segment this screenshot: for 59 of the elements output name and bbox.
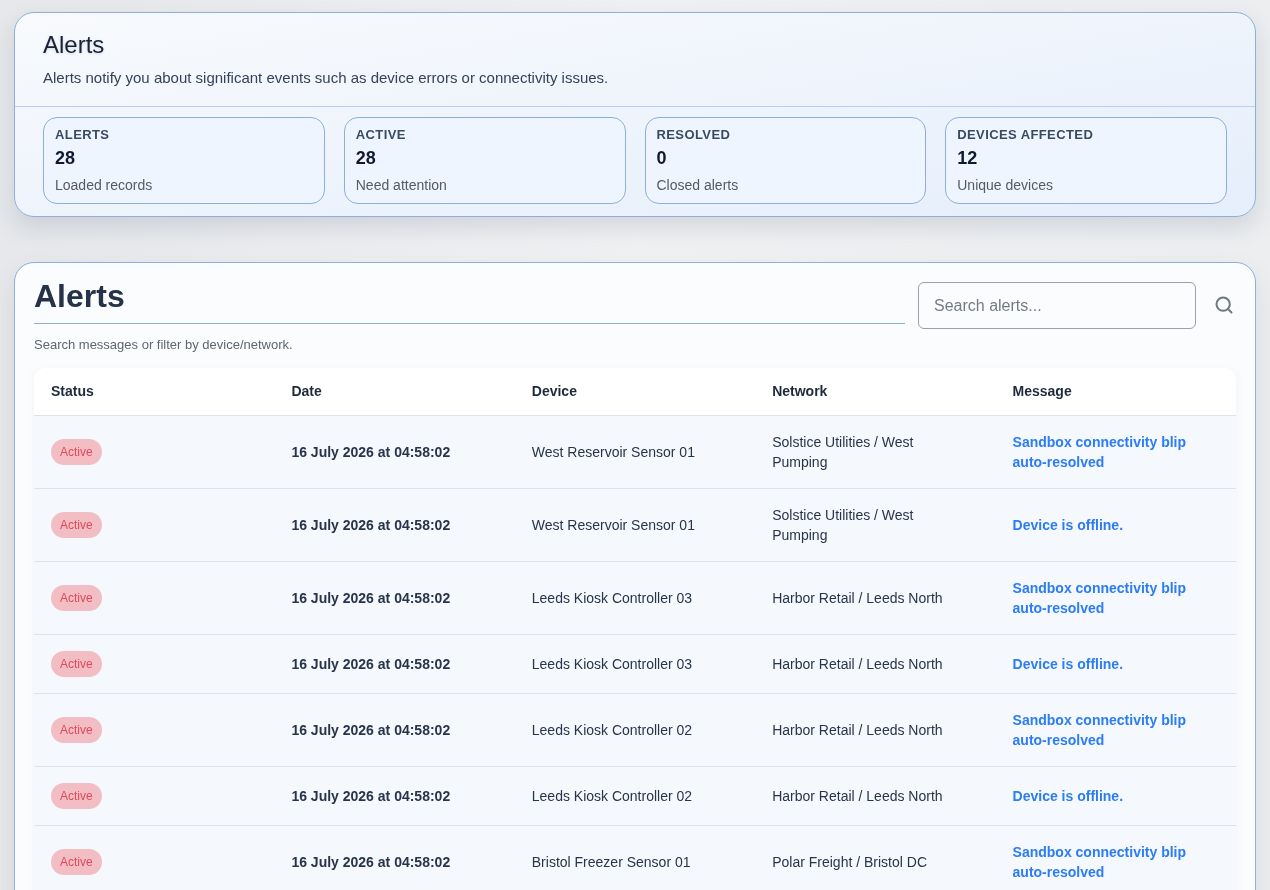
- device-cell-text: Leeds Kiosk Controller 02: [531, 720, 693, 740]
- search-button[interactable]: [1214, 295, 1234, 315]
- stat-caption: Closed alerts: [656, 176, 739, 195]
- status-badge: Active: [51, 511, 102, 538]
- date-cell-text: 16 July 2026 at 04:58:02: [291, 442, 451, 462]
- stat-caption: Unique devices: [957, 176, 1053, 195]
- date-cell-text: 16 July 2026 at 04:58:02: [291, 515, 451, 535]
- status-badge: Active: [51, 716, 102, 743]
- device-cell-text: West Reservoir Sensor 01: [531, 515, 695, 535]
- device-cell-text: Leeds Kiosk Controller 02: [531, 786, 693, 806]
- status-badge: Active: [51, 438, 102, 465]
- date-cell-text: 16 July 2026 at 04:58:02: [291, 786, 451, 806]
- status-badge: Active: [51, 650, 102, 677]
- network-cell-text: Harbor Retail / Leeds North: [772, 654, 943, 674]
- status-badge: Active: [51, 848, 102, 875]
- search-field[interactable]: Search alerts...: [918, 282, 1196, 329]
- message-link[interactable]: Sandbox connectivity blip auto-resolved: [1012, 431, 1208, 472]
- stat-value: 12: [957, 147, 978, 169]
- network-cell-text: Harbor Retail / Leeds North: [772, 786, 943, 806]
- message-link[interactable]: Sandbox connectivity blip auto-resolved: [1012, 709, 1208, 750]
- network-cell-text: Solstice Utilities / West Pumping: [772, 432, 915, 472]
- message-link[interactable]: Device is offline.: [1012, 653, 1124, 674]
- device-cell-text: Bristol Freezer Sensor 01: [531, 852, 691, 872]
- date-cell-text: 16 July 2026 at 04:58:02: [291, 588, 451, 608]
- search-icon: [1214, 295, 1234, 315]
- network-cell-text: Harbor Retail / Leeds North: [772, 588, 943, 608]
- device-cell-text: Leeds Kiosk Controller 03: [531, 654, 693, 674]
- stat-label: ALERTS: [55, 126, 110, 144]
- column-header: Date: [291, 383, 322, 400]
- message-link[interactable]: Device is offline.: [1012, 514, 1124, 535]
- column-header: Network: [772, 383, 828, 400]
- date-cell-text: 16 July 2026 at 04:58:02: [291, 654, 451, 674]
- status-badge: Active: [51, 584, 102, 611]
- stat-label: DEVICES AFFECTED: [957, 126, 1094, 144]
- stat-caption: Loaded records: [55, 176, 153, 195]
- network-cell-text: Polar Freight / Bristol DC: [772, 852, 927, 872]
- stat-value: 0: [656, 147, 667, 169]
- stat-value: 28: [55, 147, 76, 169]
- device-cell-text: Leeds Kiosk Controller 03: [531, 588, 693, 608]
- column-header: Device: [531, 383, 577, 400]
- message-link[interactable]: Device is offline.: [1012, 785, 1124, 806]
- column-header: Message: [1012, 383, 1072, 400]
- message-link[interactable]: Sandbox connectivity blip auto-resolved: [1012, 841, 1208, 882]
- date-cell-text: 16 July 2026 at 04:58:02: [291, 720, 451, 740]
- column-header: Status: [51, 383, 94, 400]
- stat-caption: Need attention: [355, 176, 447, 195]
- stat-label: RESOLVED: [656, 126, 731, 144]
- summary-title: Alerts: [43, 30, 105, 60]
- device-cell-text: West Reservoir Sensor 01: [531, 442, 695, 462]
- stat-label: ACTIVE: [355, 126, 406, 144]
- status-badge: Active: [51, 782, 102, 809]
- message-link[interactable]: Sandbox connectivity blip auto-resolved: [1012, 577, 1208, 618]
- network-cell-text: Solstice Utilities / West Pumping: [772, 505, 915, 545]
- panel-title: Alerts: [34, 277, 125, 316]
- date-cell-text: 16 July 2026 at 04:58:02: [291, 852, 451, 872]
- network-cell-text: Harbor Retail / Leeds North: [772, 720, 943, 740]
- search-hint: Search messages or filter by device/network.: [34, 336, 293, 354]
- stat-value: 28: [355, 147, 376, 169]
- summary-description: Alerts notify you about significant events such as device errors or connectivity issues.: [43, 68, 609, 88]
